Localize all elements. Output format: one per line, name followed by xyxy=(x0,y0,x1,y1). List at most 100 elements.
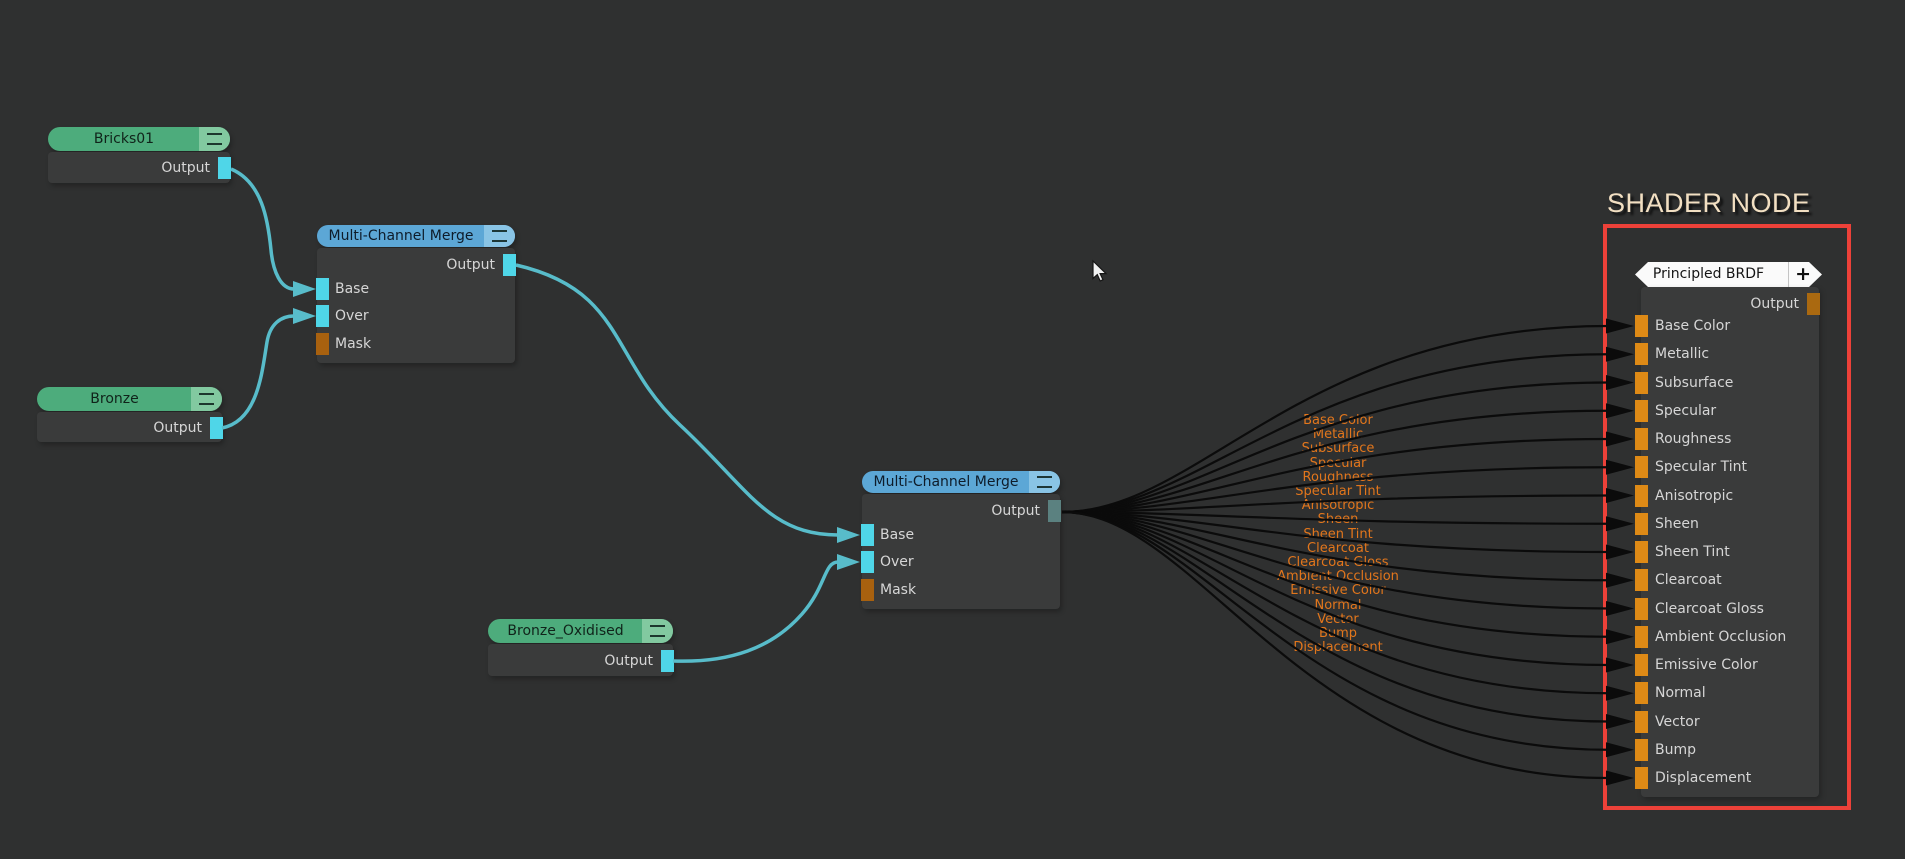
port-label: Over xyxy=(880,551,914,573)
output-port[interactable] xyxy=(218,157,231,179)
wire-bricks01-to-merge1-base xyxy=(231,169,294,289)
input-port-vector[interactable] xyxy=(1635,711,1648,733)
node-principled-brdf[interactable]: Output Base ColorMetallicSubsurfaceSpecu… xyxy=(1641,287,1819,797)
port-label: Output xyxy=(991,500,1040,522)
brdf-input-row: Displacement xyxy=(1641,767,1819,789)
port-label: Output xyxy=(604,650,653,672)
input-port-specular[interactable] xyxy=(1635,400,1648,422)
node-body[interactable]: Output xyxy=(37,412,222,442)
input-port-displacement[interactable] xyxy=(1635,767,1648,789)
wire-arrowhead xyxy=(293,308,316,324)
menu-icon xyxy=(1037,476,1052,488)
port-label: Bump xyxy=(1655,739,1696,761)
output-port[interactable] xyxy=(210,417,223,439)
node-multi-channel-merge-1[interactable]: Multi-Channel Merge Output Base Over Mas… xyxy=(317,225,515,363)
wire-label: Anisotropic xyxy=(1188,498,1488,513)
node-body[interactable]: Output Base Over Mask xyxy=(317,248,515,363)
node-header[interactable]: Bronze xyxy=(37,387,222,411)
node-menu-button[interactable] xyxy=(1029,471,1060,493)
port-label: Clearcoat Gloss xyxy=(1655,598,1764,620)
input-port-mask[interactable] xyxy=(316,333,329,355)
wire-arrowhead xyxy=(837,527,860,543)
input-port-base-color[interactable] xyxy=(1635,315,1648,337)
input-port-over[interactable] xyxy=(316,305,329,327)
input-port-metallic[interactable] xyxy=(1635,343,1648,365)
wire-label: Sheen xyxy=(1188,512,1488,527)
brdf-input-row: Subsurface xyxy=(1641,372,1819,394)
port-label: Base xyxy=(335,278,369,300)
brdf-input-row: Specular Tint xyxy=(1641,456,1819,478)
input-port-over[interactable] xyxy=(861,551,874,573)
wire-label: Base Color xyxy=(1188,413,1488,428)
input-port-ambient-occlusion[interactable] xyxy=(1635,626,1648,648)
brdf-input-row: Anisotropic xyxy=(1641,485,1819,507)
wire-bronzeoxidised-to-merge2-over xyxy=(673,562,838,661)
menu-icon xyxy=(207,133,222,145)
node-menu-button[interactable] xyxy=(642,619,673,643)
port-label: Sheen xyxy=(1655,513,1699,535)
node-bricks01[interactable]: Bricks01 Output xyxy=(48,127,230,183)
input-port-subsurface[interactable] xyxy=(1635,372,1648,394)
input-port-specular-tint[interactable] xyxy=(1635,456,1648,478)
wire-bronze-to-merge1-over xyxy=(222,316,294,428)
wire-label: Specular xyxy=(1188,456,1488,471)
input-port-sheen-tint[interactable] xyxy=(1635,541,1648,563)
port-label: Vector xyxy=(1655,711,1700,733)
brdf-input-row: Vector xyxy=(1641,711,1819,733)
port-label: Emissive Color xyxy=(1655,654,1758,676)
wire-label: Emissive Color xyxy=(1188,583,1488,598)
node-body[interactable]: Output xyxy=(48,152,230,183)
input-row: Over xyxy=(862,551,1060,573)
wire-label: Displacement xyxy=(1188,640,1488,655)
input-port-base[interactable] xyxy=(316,278,329,300)
input-port-clearcoat[interactable] xyxy=(1635,569,1648,591)
output-port[interactable] xyxy=(503,254,516,276)
port-label: Subsurface xyxy=(1655,372,1733,394)
port-label: Displacement xyxy=(1655,767,1751,789)
brdf-input-row: Sheen xyxy=(1641,513,1819,535)
port-label: Specular xyxy=(1655,400,1716,422)
input-port-sheen[interactable] xyxy=(1635,513,1648,535)
wire-label: Subsurface xyxy=(1188,441,1488,456)
port-label: Anisotropic xyxy=(1655,485,1733,507)
header-divider xyxy=(1788,262,1789,287)
input-port-emissive-color[interactable] xyxy=(1635,654,1648,676)
brdf-input-row: Base Color xyxy=(1641,315,1819,337)
plus-icon[interactable]: + xyxy=(1795,262,1811,287)
brdf-input-row: Normal xyxy=(1641,682,1819,704)
output-port[interactable] xyxy=(1807,293,1820,315)
wire-label: Clearcoat Gloss xyxy=(1188,555,1488,570)
node-multi-channel-merge-2[interactable]: Multi-Channel Merge Output Base Over Mas… xyxy=(862,471,1060,609)
input-port-bump[interactable] xyxy=(1635,739,1648,761)
brdf-input-row: Ambient Occlusion xyxy=(1641,626,1819,648)
port-label: Specular Tint xyxy=(1655,456,1747,478)
input-port-anisotropic[interactable] xyxy=(1635,485,1648,507)
port-label: Mask xyxy=(880,579,916,601)
input-port-base[interactable] xyxy=(861,524,874,546)
output-port[interactable] xyxy=(661,650,674,672)
node-bronze[interactable]: Bronze Output xyxy=(37,387,222,442)
output-row: Output xyxy=(317,254,515,276)
node-header[interactable]: Multi-Channel Merge xyxy=(862,471,1060,493)
node-menu-button[interactable] xyxy=(191,387,222,411)
node-graph-canvas[interactable]: SHADER NODE Bricks01 Output Bronze Outpu… xyxy=(0,0,1905,859)
output-row: Output xyxy=(48,157,230,179)
output-port[interactable] xyxy=(1048,500,1061,522)
node-header[interactable]: Multi-Channel Merge xyxy=(317,225,515,247)
port-label: Over xyxy=(335,305,369,327)
node-header[interactable]: Bronze_Oxidised xyxy=(488,619,673,643)
node-body[interactable]: Output xyxy=(488,644,673,676)
node-bronze-oxidised[interactable]: Bronze_Oxidised Output xyxy=(488,619,673,676)
input-port-roughness[interactable] xyxy=(1635,428,1648,450)
node-header[interactable]: Bricks01 xyxy=(48,127,230,151)
node-body[interactable]: Output Base Over Mask xyxy=(862,494,1060,609)
input-row: Base xyxy=(317,278,515,300)
input-port-mask[interactable] xyxy=(861,579,874,601)
input-port-clearcoat-gloss[interactable] xyxy=(1635,598,1648,620)
node-menu-button[interactable] xyxy=(484,225,515,247)
wire-label: Ambient Occlusion xyxy=(1188,569,1488,584)
shader-node-header[interactable]: Principled BRDF + xyxy=(1635,262,1822,287)
input-port-normal[interactable] xyxy=(1635,682,1648,704)
node-menu-button[interactable] xyxy=(199,127,230,151)
input-row: Over xyxy=(317,305,515,327)
